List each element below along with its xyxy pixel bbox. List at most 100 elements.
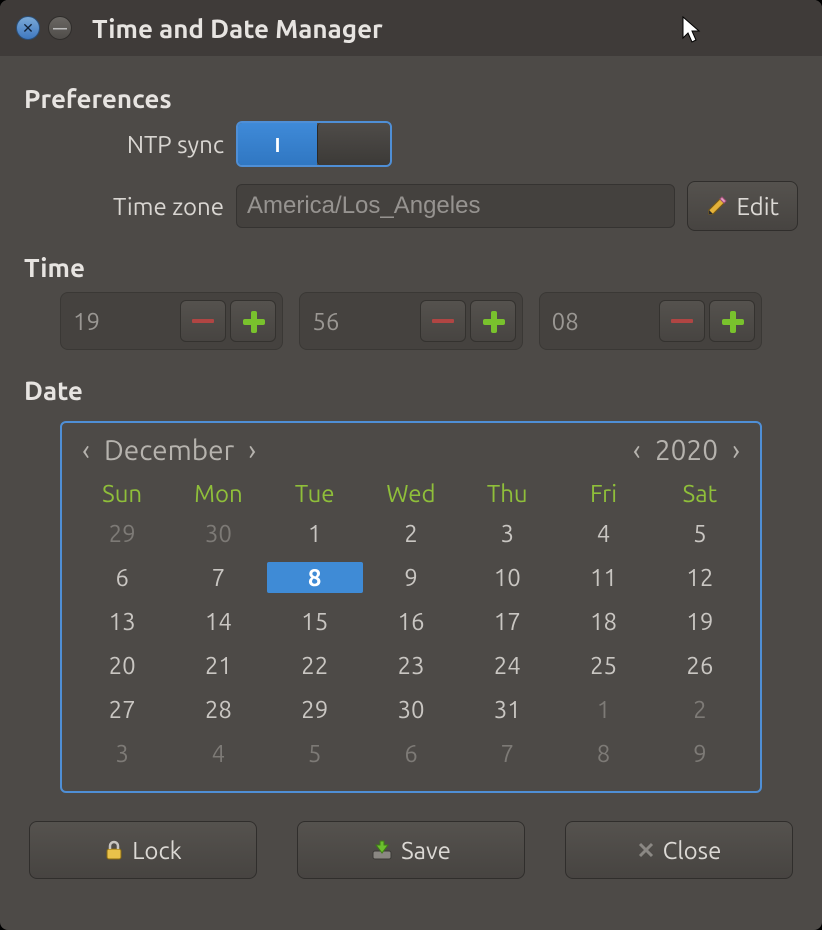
calendar-day[interactable]: 22 <box>267 643 363 687</box>
calendar-day[interactable]: 1 <box>267 511 363 555</box>
minus-icon <box>192 319 214 323</box>
hours-value[interactable]: 19 <box>67 308 127 335</box>
calendar-day[interactable]: 27 <box>74 687 170 731</box>
minutes-spinner: 56 <box>299 292 522 350</box>
close-button[interactable]: Close <box>565 821 793 879</box>
timezone-label: Time zone <box>24 193 236 220</box>
minutes-decrement[interactable] <box>420 300 466 342</box>
calendar-day[interactable]: 9 <box>363 555 459 599</box>
calendar-day[interactable]: 9 <box>652 731 748 775</box>
calendar-day[interactable]: 21 <box>170 643 266 687</box>
calendar-day[interactable]: 7 <box>459 731 555 775</box>
calendar-day[interactable]: 19 <box>652 599 748 643</box>
calendar-dow: Fri <box>555 476 651 511</box>
section-preferences: Preferences <box>24 84 798 113</box>
calendar-day[interactable]: 8 <box>555 731 651 775</box>
calendar-day[interactable]: 28 <box>170 687 266 731</box>
window-minimize-button[interactable]: — <box>48 16 72 40</box>
content: Preferences NTP sync I Time zone Edit <box>0 56 822 899</box>
calendar-day[interactable]: 3 <box>74 731 170 775</box>
calendar-day[interactable]: 18 <box>555 599 651 643</box>
minutes-value[interactable]: 56 <box>306 308 366 335</box>
hours-decrement[interactable] <box>180 300 226 342</box>
section-time: Time <box>24 253 798 282</box>
save-icon <box>371 839 393 861</box>
section-date: Date <box>24 376 798 405</box>
seconds-decrement[interactable] <box>659 300 705 342</box>
ntp-toggle[interactable]: I <box>236 121 392 167</box>
year-prev[interactable]: ‹ <box>625 435 649 466</box>
window: ✕ — Time and Date Manager Preferences NT… <box>0 0 822 930</box>
calendar-day[interactable]: 23 <box>363 643 459 687</box>
close-button-label: Close <box>663 837 722 864</box>
save-button[interactable]: Save <box>297 821 525 879</box>
calendar-day[interactable]: 16 <box>363 599 459 643</box>
calendar-dow: Sun <box>74 476 170 511</box>
calendar-day[interactable]: 12 <box>652 555 748 599</box>
calendar-day[interactable]: 24 <box>459 643 555 687</box>
calendar-day[interactable]: 8 <box>267 555 363 599</box>
ntp-toggle-on: I <box>238 123 317 165</box>
calendar-day[interactable]: 6 <box>363 731 459 775</box>
calendar-dow: Tue <box>267 476 363 511</box>
calendar-day[interactable]: 13 <box>74 599 170 643</box>
lock-button[interactable]: Lock <box>29 821 257 879</box>
calendar-day[interactable]: 4 <box>555 511 651 555</box>
calendar-day[interactable]: 26 <box>652 643 748 687</box>
calendar-dow: Thu <box>459 476 555 511</box>
calendar-day[interactable]: 29 <box>74 511 170 555</box>
calendar-day[interactable]: 25 <box>555 643 651 687</box>
plus-icon <box>720 309 744 333</box>
calendar-day[interactable]: 7 <box>170 555 266 599</box>
calendar-dow: Wed <box>363 476 459 511</box>
calendar-day[interactable]: 29 <box>267 687 363 731</box>
window-buttons: ✕ — <box>16 16 72 40</box>
x-icon <box>637 841 655 859</box>
calendar-day[interactable]: 2 <box>363 511 459 555</box>
minus-icon <box>671 319 693 323</box>
hours-increment[interactable] <box>230 300 276 342</box>
window-close-button[interactable]: ✕ <box>16 16 40 40</box>
calendar-day[interactable]: 2 <box>652 687 748 731</box>
calendar-day[interactable]: 3 <box>459 511 555 555</box>
edit-timezone-button[interactable]: Edit <box>687 181 798 231</box>
timezone-row: Time zone Edit <box>24 181 798 231</box>
seconds-increment[interactable] <box>709 300 755 342</box>
edit-button-label: Edit <box>736 193 779 220</box>
seconds-spinner: 08 <box>539 292 762 350</box>
month-prev[interactable]: ‹ <box>74 435 98 466</box>
calendar-day[interactable]: 20 <box>74 643 170 687</box>
calendar-day[interactable]: 11 <box>555 555 651 599</box>
ntp-toggle-knob <box>317 123 390 165</box>
calendar-day[interactable]: 4 <box>170 731 266 775</box>
calendar-day[interactable]: 30 <box>363 687 459 731</box>
minutes-increment[interactable] <box>470 300 516 342</box>
plus-icon <box>481 309 505 333</box>
hours-spinner: 19 <box>60 292 283 350</box>
seconds-value[interactable]: 08 <box>546 308 606 335</box>
calendar-day[interactable]: 14 <box>170 599 266 643</box>
calendar-day[interactable]: 10 <box>459 555 555 599</box>
calendar-day[interactable]: 1 <box>555 687 651 731</box>
calendar-day[interactable]: 5 <box>652 511 748 555</box>
lock-icon <box>104 839 124 861</box>
calendar-day[interactable]: 15 <box>267 599 363 643</box>
calendar-dow: Mon <box>170 476 266 511</box>
month-label[interactable]: December <box>98 435 240 466</box>
month-next[interactable]: › <box>240 435 264 466</box>
lock-button-label: Lock <box>132 837 182 864</box>
minimize-icon: — <box>53 20 67 36</box>
calendar: ‹ December › ‹ 2020 › SunMonTueWedThuFri… <box>60 421 762 793</box>
year-next[interactable]: › <box>724 435 748 466</box>
calendar-day[interactable]: 31 <box>459 687 555 731</box>
calendar-day[interactable]: 17 <box>459 599 555 643</box>
calendar-day[interactable]: 5 <box>267 731 363 775</box>
calendar-grid: SunMonTueWedThuFriSat 293012345678910111… <box>74 476 748 775</box>
footer-buttons: Lock Save Close <box>24 821 798 879</box>
close-icon: ✕ <box>22 20 34 37</box>
timezone-input[interactable] <box>236 184 675 228</box>
calendar-dow: Sat <box>652 476 748 511</box>
calendar-day[interactable]: 6 <box>74 555 170 599</box>
year-label[interactable]: 2020 <box>649 435 724 466</box>
calendar-day[interactable]: 30 <box>170 511 266 555</box>
